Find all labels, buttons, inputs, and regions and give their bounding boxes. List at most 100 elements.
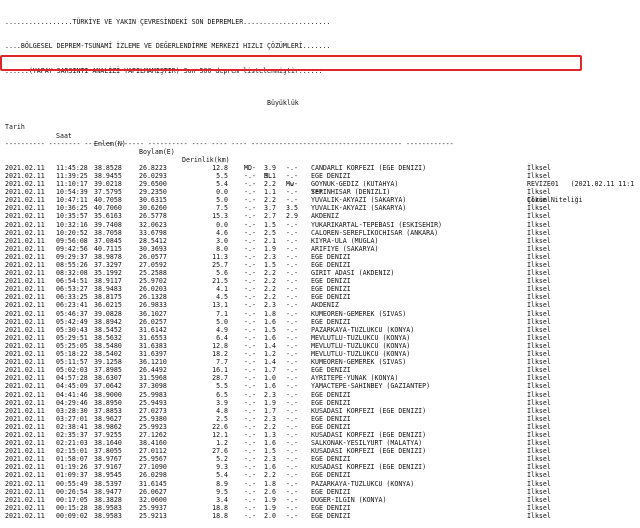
cell-place: AKDENIZ [311, 301, 339, 310]
table-row: 2021.02.11 05:42:49 38.8942 26.0257 5.0 -.- 1.… [5, 317, 551, 326]
cell-lat: 35.1992 [94, 269, 122, 278]
cell-quality: İlksel [527, 350, 551, 359]
cell-date: 2021.02.11 [5, 511, 45, 520]
cell-mw: -.- [286, 422, 298, 431]
cell-lon: 25.2588 [139, 269, 167, 278]
cell-mw: -.- [286, 390, 298, 399]
cell-mw: -.- [286, 350, 298, 359]
cell-lon: 25.9983 [139, 390, 167, 399]
table-row: 2021.02.11 05:30:43 38.5452 31.6142 4.9 -.- 1.… [5, 325, 551, 334]
cell-ml: 1.8 [264, 309, 276, 318]
cell-lon: 25.9567 [139, 455, 167, 464]
cell-depth: 12.8 [212, 341, 228, 350]
cell-lat: 37.8985 [94, 366, 122, 375]
cell-ml: 1.1 [264, 188, 276, 197]
cell-date: 2021.02.11 [5, 325, 45, 334]
cell-depth: 4.8 [216, 406, 228, 415]
cell-ml: 2.5 [264, 228, 276, 237]
cell-mw: -.- [286, 341, 298, 350]
magnitude-group-row: Büyüklük [5, 91, 454, 107]
cell-md: -.- [244, 430, 256, 439]
cell-lat: 40.7058 [94, 196, 122, 205]
cell-md: -.- [244, 269, 256, 278]
table-row: 2021.02.11 10:36:25 40.7060 30.6260 7.5 -.- 3.… [5, 204, 551, 213]
cell-lon: 25.9213 [139, 511, 167, 520]
cell-time: 05:30:43 [56, 325, 88, 334]
cell-lon: 26.0293 [139, 171, 167, 180]
cell-depth: 5.0 [216, 196, 228, 205]
cell-lon: 37.3098 [139, 382, 167, 391]
cell-lat: 35.6163 [94, 212, 122, 221]
cell-lat: 38.8950 [94, 398, 122, 407]
cell-md: -.- [244, 495, 256, 504]
cell-ml: 2.3 [264, 455, 276, 464]
cell-lat: 39.7408 [94, 220, 122, 229]
cell-time: 05:02:03 [56, 366, 88, 375]
cell-lon: 31.6553 [139, 333, 167, 342]
cell-mw: -.- [286, 455, 298, 464]
cell-md: -.- [244, 220, 256, 229]
cell-date: 2021.02.11 [5, 350, 45, 359]
cell-depth: 27.6 [212, 447, 228, 456]
cell-ml: 1.6 [264, 439, 276, 448]
cell-place: SERINHISAR (DENIZLI) [311, 188, 391, 197]
cell-lon: 26.8223 [139, 163, 167, 172]
cell-lat: 38.9117 [94, 277, 122, 286]
cell-time: 09:29:37 [56, 252, 88, 261]
cell-depth: 5.4 [216, 471, 228, 480]
cell-place: YUVALIK-AKYAZI (SAKARYA) [311, 204, 407, 213]
cell-lat: 38.9862 [94, 422, 122, 431]
cell-date: 2021.02.11 [5, 228, 45, 237]
col-date-header: Tarih [5, 123, 25, 132]
cell-depth: 25.7 [212, 261, 228, 269]
cell-quality: İlksel [527, 382, 551, 391]
cell-date: 2021.02.11 [5, 236, 45, 245]
cell-quality: İlksel [527, 503, 551, 512]
cell-place: YUKARIKARTAL-TEPEBASI (ESKISEHIR) [311, 220, 443, 229]
cell-depth: 9.3 [216, 463, 228, 472]
cell-quality: İlksel [527, 220, 551, 229]
cell-place: EGE DENIZI [311, 503, 351, 512]
col-time-header: Saat [56, 131, 72, 140]
cell-lat: 38.8942 [94, 317, 122, 326]
cell-ml: 1.4 [264, 341, 276, 350]
cell-date: 2021.02.11 [5, 447, 45, 456]
cell-lon: 26.5778 [139, 212, 167, 221]
cell-lat: 37.9167 [94, 463, 122, 472]
cell-quality: İlksel [527, 398, 551, 407]
cell-time: 06:54:51 [56, 277, 88, 286]
cell-depth: 3.4 [216, 495, 228, 504]
cell-depth: 18.2 [212, 350, 228, 359]
cell-time: 00:15:28 [56, 503, 88, 512]
cell-date: 2021.02.11 [5, 333, 45, 342]
cell-md: -.- [244, 317, 256, 326]
cell-date: 2021.02.11 [5, 398, 45, 407]
cell-time: 09:56:08 [56, 236, 88, 245]
cell-mw: -.- [286, 269, 298, 278]
cell-ml: 2.2 [264, 277, 276, 286]
cell-depth: 7.5 [216, 204, 228, 213]
cell-place: PAZARKAYA-TUZLUKCU (KONYA) [311, 325, 415, 334]
cell-depth: 6.5 [216, 390, 228, 399]
cell-date: 2021.02.11 [5, 430, 45, 439]
cell-lat: 38.9000 [94, 390, 122, 399]
cell-time: 06:53:27 [56, 285, 88, 294]
cell-lon: 27.0112 [139, 447, 167, 456]
cell-date: 2021.02.11 [5, 309, 45, 318]
cell-md: -.- [244, 228, 256, 237]
col-depth-header: Derinlik(km) [182, 155, 230, 164]
cell-lat: 39.0828 [94, 309, 122, 318]
table-row: 2021.02.11 05:11:57 39.1258 36.1210 7.7 -.- 1.… [5, 358, 551, 366]
table-row: 2021.02.11 04:29:46 38.8950 25.9493 3.9 -.- 1.… [5, 398, 551, 407]
cell-ml: 1.5 [264, 447, 276, 456]
cell-mw: -.- [286, 333, 298, 342]
cell-mw: -.- [286, 471, 298, 480]
cell-quality: İlksel [527, 309, 551, 318]
table-row: 2021.02.11 06:54:51 38.9117 25.9702 21.5 -.- 2… [5, 277, 551, 286]
cell-lon: 29.2350 [139, 188, 167, 197]
cell-depth: 5.6 [216, 269, 228, 278]
table-row: 2021.02.11 02:38:41 38.9862 25.9923 22.6 -.- 2… [5, 422, 551, 431]
cell-place: EGE DENIZI [311, 422, 351, 431]
cell-place: KUSADASI KORFEZI (EGE DENIZI) [311, 406, 427, 415]
cell-time: 10:54:39 [56, 188, 88, 197]
